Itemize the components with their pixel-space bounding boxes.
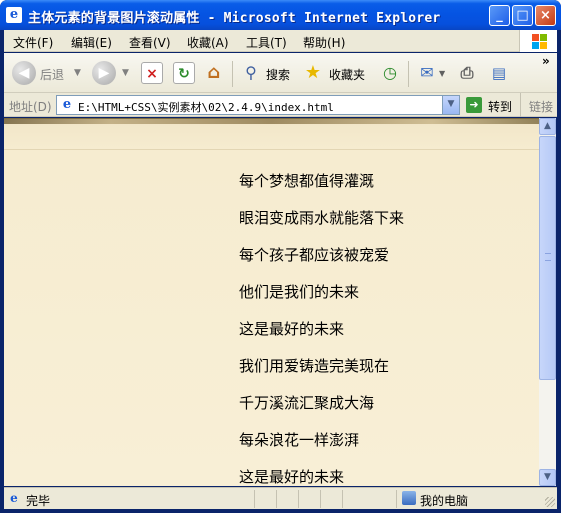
address-label: 地址(D) bbox=[9, 100, 52, 114]
window-title: 主体元素的背景图片滚动属性 - Microsoft Internet Explo… bbox=[28, 11, 441, 26]
stop-icon[interactable]: × bbox=[141, 62, 163, 84]
security-zone: 我的电脑 bbox=[420, 494, 469, 508]
menu-bar: 文件(F) 编辑(E) 查看(V) 收藏(A) 工具(T) 帮助(H) bbox=[4, 30, 557, 52]
poem-line: 这是最好的未来 bbox=[239, 320, 345, 338]
poem-line: 每个梦想都值得灌溉 bbox=[239, 172, 375, 190]
status-text: 完毕 bbox=[26, 494, 51, 508]
favorites-button-label[interactable]: 收藏夹 bbox=[329, 66, 365, 83]
status-divider bbox=[298, 490, 299, 508]
mail-icon[interactable]: ✉ bbox=[416, 62, 438, 84]
status-divider bbox=[276, 490, 277, 508]
home-icon[interactable]: ⌂ bbox=[203, 62, 225, 84]
page-icon: e bbox=[62, 97, 72, 112]
title-bar[interactable]: e 主体元素的背景图片滚动属性 - Microsoft Internet Exp… bbox=[0, 0, 561, 30]
address-url[interactable]: E:\HTML+CSS\实例素材\02\2.4.9\index.html bbox=[78, 99, 334, 115]
poem-line: 每朵浪花一样澎湃 bbox=[239, 431, 360, 449]
my-computer-icon bbox=[402, 491, 416, 505]
ie-window: e 主体元素的背景图片滚动属性 - Microsoft Internet Exp… bbox=[0, 0, 561, 513]
status-bar: e 完毕 我的电脑 bbox=[4, 487, 557, 509]
poem-line: 眼泪变成雨水就能落下来 bbox=[239, 209, 405, 227]
menu-help[interactable]: 帮助(H) bbox=[303, 34, 345, 51]
thumb-grip-icon bbox=[545, 253, 551, 261]
history-icon[interactable]: ◷ bbox=[379, 62, 401, 84]
poem-line: 千万溪流汇聚成大海 bbox=[239, 394, 375, 412]
back-button-label[interactable]: 后退 bbox=[40, 66, 64, 83]
close-button[interactable]: × bbox=[535, 5, 556, 26]
menu-tools[interactable]: 工具(T) bbox=[246, 34, 287, 51]
toolbar-separator bbox=[232, 61, 233, 87]
status-divider bbox=[254, 490, 255, 508]
forward-arrow-icon[interactable]: ▶ bbox=[92, 61, 116, 85]
poem-line: 他们是我们的未来 bbox=[239, 283, 360, 301]
minimize-button[interactable]: _ bbox=[489, 5, 510, 26]
toolbar-chevron-icon[interactable]: » bbox=[542, 54, 550, 68]
scroll-thumb[interactable] bbox=[539, 136, 556, 380]
poem-line: 我们用爱铸造完美现在 bbox=[239, 357, 390, 375]
address-input[interactable]: e E:\HTML+CSS\实例素材\02\2.4.9\index.html ▼ bbox=[56, 95, 460, 115]
menu-file[interactable]: 文件(F) bbox=[13, 34, 53, 51]
poem-line: 这是最好的未来 bbox=[239, 468, 345, 486]
back-arrow-icon[interactable]: ◀ bbox=[12, 61, 36, 85]
toolbar-separator bbox=[408, 61, 409, 87]
address-dropdown-icon[interactable]: ▼ bbox=[442, 96, 459, 114]
windows-logo-icon bbox=[519, 30, 557, 52]
forward-dropdown-icon[interactable]: ▼ bbox=[122, 68, 129, 78]
menu-edit[interactable]: 编辑(E) bbox=[71, 34, 112, 51]
links-button[interactable]: 链接 bbox=[520, 93, 553, 117]
status-divider bbox=[396, 490, 397, 508]
go-button-label[interactable]: 转到 bbox=[488, 98, 512, 115]
ie-icon: e bbox=[6, 7, 22, 23]
refresh-icon[interactable]: ↻ bbox=[173, 62, 195, 84]
scroll-up-icon[interactable]: ▲ bbox=[539, 118, 556, 135]
menu-favorites[interactable]: 收藏(A) bbox=[187, 34, 229, 51]
status-divider bbox=[320, 490, 321, 508]
status-divider bbox=[342, 490, 343, 508]
edit-page-icon[interactable]: ▤ bbox=[488, 62, 510, 84]
favorites-star-icon[interactable]: ★ bbox=[302, 62, 324, 84]
back-dropdown-icon[interactable]: ▼ bbox=[74, 68, 81, 78]
page-done-icon: e bbox=[10, 491, 18, 505]
mail-dropdown-icon[interactable]: ▼ bbox=[439, 69, 445, 78]
poem-line: 每个孩子都应该被宠爱 bbox=[239, 246, 390, 264]
search-button-label[interactable]: 搜索 bbox=[266, 66, 290, 83]
page-content: 每个梦想都值得灌溉 眼泪变成雨水就能落下来 每个孩子都应该被宠爱 他们是我们的未… bbox=[4, 118, 539, 486]
maximize-button[interactable]: □ bbox=[512, 5, 533, 26]
print-icon[interactable]: ⎙ bbox=[456, 62, 478, 84]
menu-view[interactable]: 查看(V) bbox=[129, 34, 171, 51]
go-arrow-icon[interactable]: ➜ bbox=[466, 97, 482, 113]
vertical-scrollbar[interactable]: ▲ ▼ bbox=[539, 118, 556, 486]
resize-grip-icon[interactable] bbox=[545, 497, 555, 507]
search-icon[interactable]: ⚲ bbox=[240, 62, 262, 84]
standard-toolbar: ◀ 后退 ▼ ▶ ▼ × ↻ ⌂ ⚲ 搜索 ★ 收藏夹 ◷ ✉ ▼ ⎙ ▤ » bbox=[4, 53, 557, 93]
scroll-down-icon[interactable]: ▼ bbox=[539, 469, 556, 486]
address-bar: 地址(D) e E:\HTML+CSS\实例素材\02\2.4.9\index.… bbox=[4, 93, 557, 117]
